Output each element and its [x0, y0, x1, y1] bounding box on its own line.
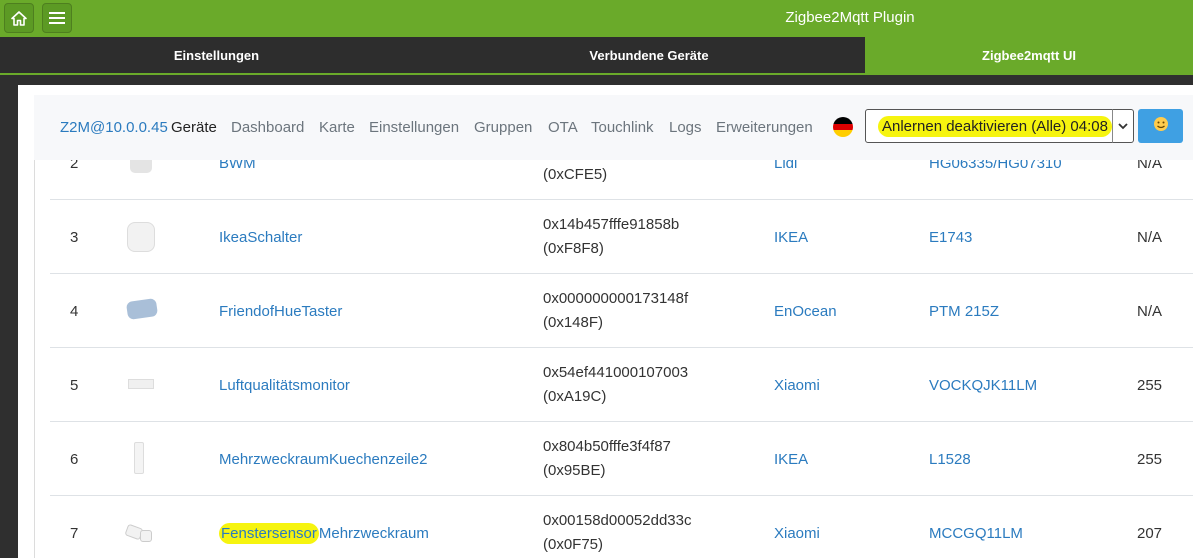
z2m-navbar: Z2M@10.0.0.45 Geräte Dashboard Karte Ein… — [34, 95, 1193, 160]
device-model-link[interactable]: E1743 — [929, 229, 972, 246]
nav-link-karte[interactable]: Karte — [319, 119, 355, 136]
device-model-link[interactable]: PTM 215Z — [929, 303, 999, 320]
device-model-link[interactable]: VOCKQJK11LM — [929, 377, 1037, 394]
device-lqi: 255 — [1137, 451, 1163, 468]
device-ieee: 0x00158d00052dd33c (0x0F75) — [543, 509, 691, 557]
device-number: 6 — [70, 451, 79, 468]
device-nwk: (0xCFE5) — [543, 166, 608, 183]
device-ieee: 0x000000000173148f (0x148F) — [543, 287, 688, 335]
highlighted-name-part: Fenstersensor — [219, 523, 319, 544]
device-vendor-link[interactable]: IKEA — [774, 451, 808, 468]
chevron-down-icon — [1118, 117, 1128, 135]
plugin-tabs: Einstellungen Verbundene Geräte Zigbee2m… — [0, 37, 1193, 75]
device-nwk: (0xA19C) — [543, 388, 607, 405]
nav-link-einstellungen[interactable]: Einstellungen — [369, 119, 459, 136]
table-row[interactable]: 3 IkeaSchalter 0x14b457fffe91858b (0xF8F… — [50, 200, 1193, 274]
device-ieee-address: 0x00158d00052dd33c — [543, 512, 692, 529]
nav-link-touchlink[interactable]: Touchlink — [591, 119, 654, 136]
device-nwk: (0x95BE) — [543, 462, 606, 479]
device-number: 3 — [70, 229, 79, 246]
nav-link-dashboard[interactable]: Dashboard — [231, 119, 304, 136]
device-ieee-address: 0x14b457fffe91858b — [543, 216, 680, 233]
table-row[interactable]: 5 Luftqualitätsmonitor 0x54ef44100010700… — [50, 348, 1193, 422]
tab-einstellungen[interactable]: Einstellungen — [0, 37, 433, 75]
smiley-face-icon — [1153, 116, 1169, 137]
device-lqi: N/A — [1137, 229, 1163, 246]
device-name-link[interactable]: Luftqualitätsmonitor — [219, 377, 350, 394]
nav-link-logs[interactable]: Logs — [669, 119, 702, 136]
device-nwk: (0x148F) — [543, 314, 604, 331]
theme-switch-button[interactable] — [1138, 109, 1183, 143]
device-vendor-link[interactable]: Xiaomi — [774, 525, 820, 542]
device-image — [124, 522, 154, 542]
device-number: 4 — [70, 303, 79, 320]
permit-join-text: Anlernen deaktivieren (Alle) 04:08 — [878, 116, 1112, 137]
nav-link-geraete[interactable]: Geräte — [171, 119, 217, 136]
table-row[interactable]: 7 Fenstersensor Mehrzweckraum 0x00158d000… — [50, 496, 1193, 558]
device-model-link[interactable]: MCCGQ11LM — [929, 525, 1023, 542]
device-lqi: 207 — [1137, 525, 1163, 542]
device-ieee-address: 0x000000000173148f — [543, 290, 689, 307]
device-image — [128, 379, 154, 389]
device-image — [134, 442, 144, 474]
device-nwk: (0x0F75) — [543, 536, 604, 553]
device-nwk: (0xF8F8) — [543, 240, 604, 257]
z2m-brand-link[interactable]: Z2M@10.0.0.45 — [60, 119, 168, 136]
tab-zigbee2mqtt-ui[interactable]: Zigbee2mqtt UI — [865, 37, 1193, 75]
nav-link-erweiterungen[interactable]: Erweiterungen — [716, 119, 813, 136]
name-part: Mehrzweckraum — [318, 525, 429, 542]
device-ieee: 0x14b457fffe91858b (0xF8F8) — [543, 213, 679, 261]
tab-verbundene-geraete[interactable]: Verbundene Geräte — [433, 37, 865, 75]
device-image — [127, 222, 155, 252]
permit-join-label: Anlernen deaktivieren (Alle) 04:08 — [878, 116, 1112, 137]
device-name-link[interactable]: Fenstersensor Mehrzweckraum — [219, 523, 429, 544]
device-vendor-link[interactable]: EnOcean — [774, 303, 837, 320]
table-row[interactable]: 6 MehrzweckraumKuechenzeile2 0x804b50fff… — [50, 422, 1193, 496]
table-row[interactable]: 4 FriendofHueTaster 0x000000000173148f (… — [50, 274, 1193, 348]
device-name-link[interactable]: FriendofHueTaster — [219, 303, 342, 320]
device-name-link[interactable]: MehrzweckraumKuechenzeile2 — [219, 451, 427, 468]
app-title: Zigbee2Mqtt Plugin — [785, 9, 915, 26]
device-lqi: N/A — [1137, 303, 1163, 320]
permit-join-dropdown-toggle[interactable] — [1112, 109, 1134, 143]
device-vendor-link[interactable]: IKEA — [774, 229, 808, 246]
device-ieee-address: 0x54ef441000107003 — [543, 364, 689, 381]
device-ieee-address: 0x804b50fffe3f4f87 — [543, 438, 671, 455]
app-header: Zigbee2Mqtt Plugin — [0, 0, 1193, 37]
nav-link-gruppen[interactable]: Gruppen — [474, 119, 532, 136]
device-model-link[interactable]: L1528 — [929, 451, 971, 468]
de-flag-icon[interactable] — [833, 117, 853, 137]
device-vendor-link[interactable]: Xiaomi — [774, 377, 820, 394]
device-image — [125, 298, 159, 320]
device-number: 7 — [70, 525, 79, 542]
device-name-link[interactable]: IkeaSchalter — [219, 229, 302, 246]
permit-join-select[interactable]: Anlernen deaktivieren (Alle) 04:08 — [865, 109, 1133, 143]
device-lqi: 255 — [1137, 377, 1163, 394]
device-ieee: 0x54ef441000107003 (0xA19C) — [543, 361, 688, 409]
device-number: 5 — [70, 377, 79, 394]
device-ieee: 0x804b50fffe3f4f87 (0x95BE) — [543, 435, 671, 483]
nav-link-ota[interactable]: OTA — [548, 119, 578, 136]
